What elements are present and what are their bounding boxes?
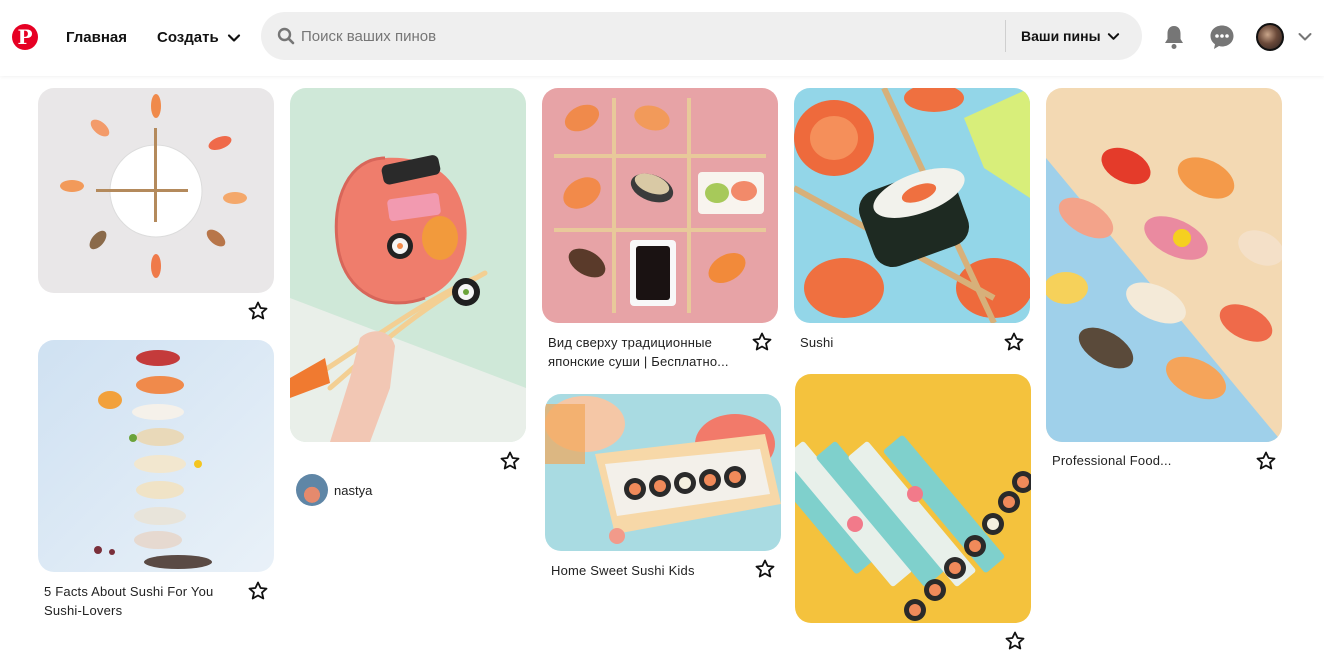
star-icon[interactable] — [754, 558, 776, 580]
pin-image-sushi-box[interactable] — [545, 394, 781, 551]
pin-title-line: 5 Facts About Sushi For You — [44, 584, 214, 599]
pin-image-sushi-roll[interactable] — [794, 88, 1030, 323]
chevron-down-icon — [227, 34, 240, 42]
pin-title-sushi-box[interactable]: Home Sweet Sushi Kids — [551, 561, 751, 580]
nav-create-button[interactable]: Создать — [147, 21, 251, 55]
search-divider — [1005, 20, 1006, 52]
pin-title-nigiri-assortment[interactable]: Professional Food... — [1052, 451, 1232, 470]
nav-home-link[interactable]: Главная — [52, 21, 141, 55]
search-scope-label: Ваши пины — [1021, 28, 1101, 44]
star-icon[interactable] — [499, 450, 521, 472]
pin-image-chopstick-packaging[interactable] — [795, 374, 1031, 623]
search-input[interactable] — [301, 24, 1001, 48]
bell-icon[interactable] — [1160, 23, 1188, 51]
search-scope-dropdown[interactable]: Ваши пины — [1021, 24, 1120, 48]
pin-title-sushi-facts[interactable]: 5 Facts About Sushi For You Sushi-Lovers — [44, 582, 234, 620]
chat-icon[interactable] — [1208, 23, 1236, 51]
creator-avatar — [296, 474, 328, 506]
avatar[interactable] — [1256, 23, 1284, 51]
pinterest-logo[interactable]: P — [12, 24, 38, 50]
pin-image-sushi-facts[interactable] — [38, 340, 274, 572]
search-bar: Ваши пины — [261, 12, 1142, 60]
pin-title-sushi-roll[interactable]: Sushi — [800, 333, 980, 352]
star-icon[interactable] — [1255, 450, 1277, 472]
star-icon[interactable] — [1003, 331, 1025, 353]
star-icon[interactable] — [1004, 630, 1026, 652]
pin-title-line: Sushi-Lovers — [44, 603, 123, 618]
pin-image-sushi-clock[interactable] — [38, 88, 274, 293]
star-icon[interactable] — [751, 331, 773, 353]
creator-name: nastya — [334, 482, 373, 498]
pin-title-line: Вид сверху традиционные — [548, 335, 713, 350]
chevron-down-icon — [1107, 32, 1119, 40]
pin-image-sushi-tictactoe[interactable] — [542, 88, 778, 323]
top-navigation: P Главная Создать Ваши пины — [0, 0, 1324, 76]
pin-creator[interactable]: nastya — [296, 474, 372, 506]
star-icon[interactable] — [247, 580, 269, 602]
pin-image-nigiri-assortment[interactable] — [1046, 88, 1282, 442]
chevron-down-icon[interactable] — [1297, 29, 1313, 45]
star-icon[interactable] — [247, 300, 269, 322]
search-icon — [277, 27, 295, 45]
pin-title-sushi-tictactoe[interactable]: Вид сверху традиционные японские суши | … — [548, 333, 748, 371]
pin-title-line: японские суши | Бесплатно... — [548, 354, 729, 369]
pin-image-chopsticks-sushi[interactable] — [290, 88, 526, 442]
nav-create-label: Создать — [157, 29, 219, 46]
